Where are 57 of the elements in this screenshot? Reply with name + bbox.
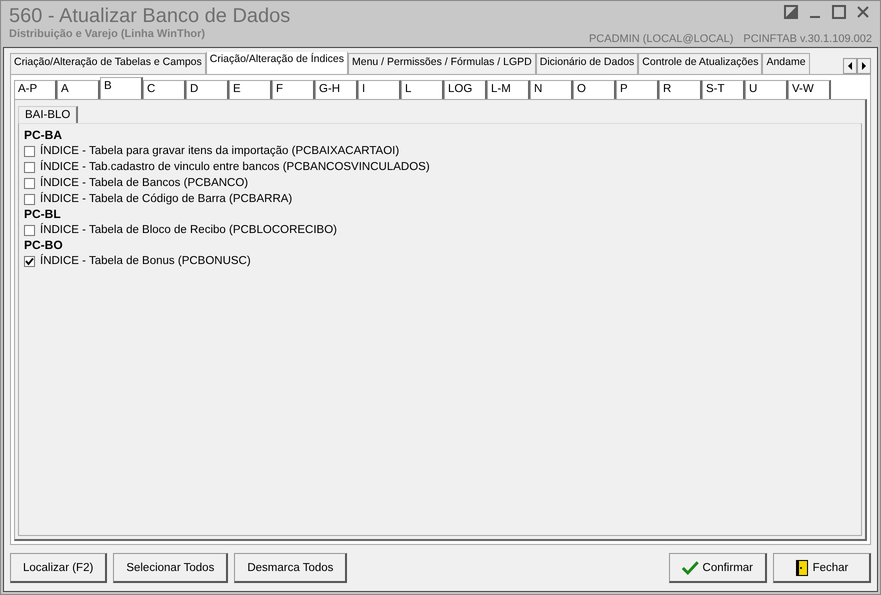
- maximize-icon[interactable]: [832, 5, 846, 19]
- tab[interactable]: Menu / Permissões / Fórmulas / LGPD: [348, 53, 536, 74]
- tab[interactable]: E: [229, 80, 272, 99]
- checkbox-label: ÍNDICE - Tabela para gravar itens da importação (PCBAIXACARTAOI): [40, 145, 400, 157]
- scroll-left-icon[interactable]: [843, 58, 857, 74]
- restore-icon[interactable]: [784, 5, 798, 19]
- checkbox-label: ÍNDICE - Tabela de Bancos (PCBANCO): [40, 177, 248, 189]
- close-icon[interactable]: [856, 5, 870, 19]
- tab[interactable]: F: [272, 80, 315, 99]
- checkbox-label: ÍNDICE - Tabela de Bonus (PCBONUSC): [40, 255, 251, 267]
- action-button[interactable]: Localizar (F2): [10, 553, 108, 583]
- checkbox[interactable]: [24, 256, 35, 266]
- tab[interactable]: O: [573, 80, 616, 99]
- tab[interactable]: A: [57, 80, 100, 99]
- window-subtitle: Distribuição e Varejo (Linha WinThor): [9, 28, 206, 40]
- tab[interactable]: S-T: [702, 80, 745, 99]
- tab[interactable]: I: [358, 80, 401, 99]
- tab[interactable]: Andame: [762, 53, 810, 74]
- user-label: PCADMIN (LOCAL@LOCAL): [588, 33, 734, 45]
- checkbox[interactable]: [24, 224, 35, 236]
- action-button[interactable]: Selecionar Todos: [113, 553, 228, 583]
- tab[interactable]: Dicionário de Dados: [536, 53, 638, 74]
- tab[interactable]: G-H: [315, 80, 358, 99]
- tab[interactable]: P: [616, 80, 659, 99]
- tab[interactable]: Controle de Atualizações: [638, 53, 762, 74]
- tab[interactable]: V-W: [788, 80, 831, 99]
- checkbox[interactable]: [24, 162, 35, 172]
- tab[interactable]: L: [401, 80, 444, 99]
- checkbox[interactable]: [24, 178, 35, 188]
- scroll-right-icon[interactable]: [857, 58, 871, 74]
- tab[interactable]: BAI-BLO: [18, 106, 78, 123]
- tab[interactable]: B: [100, 77, 143, 99]
- tab[interactable]: L-M: [487, 80, 530, 99]
- tab[interactable]: Criação/Alteração de Tabelas e Campos: [10, 53, 206, 74]
- checkbox-label: ÍNDICE - Tabela de Código de Barra (PCBARRA): [40, 193, 292, 205]
- checkbox[interactable]: [24, 146, 35, 156]
- tab[interactable]: LOG: [444, 80, 487, 99]
- tab[interactable]: A-P: [14, 80, 57, 99]
- close-button[interactable]: Fechar: [773, 553, 871, 583]
- checkbox[interactable]: [24, 194, 35, 204]
- tab[interactable]: N: [530, 80, 573, 99]
- action-button[interactable]: Desmarca Todos: [234, 553, 348, 583]
- tab[interactable]: R: [659, 80, 702, 99]
- checkbox-label: ÍNDICE - Tabela de Bloco de Recibo (PCBLOCORECIBO): [40, 224, 337, 236]
- tab[interactable]: D: [186, 80, 229, 99]
- checkbox-label: ÍNDICE - Tab.cadastro de vinculo entre bancos (PCBANCOSVINCULADOS): [40, 161, 430, 173]
- tab[interactable]: U: [745, 80, 788, 99]
- group-title: PC-BO: [24, 238, 64, 253]
- checkmark-icon: [682, 558, 699, 576]
- version-label: PCINFTAB v.30.1.109.002: [743, 33, 872, 45]
- door-icon: [794, 558, 809, 576]
- group-title: PC-BL: [24, 207, 62, 222]
- window-title: 560 - Atualizar Banco de Dados: [9, 5, 290, 28]
- group-title: PC-BA: [24, 128, 63, 143]
- tab[interactable]: C: [143, 80, 186, 99]
- confirm-button[interactable]: Confirmar: [669, 553, 767, 583]
- tab[interactable]: Criação/Alteração de Índices: [206, 52, 348, 74]
